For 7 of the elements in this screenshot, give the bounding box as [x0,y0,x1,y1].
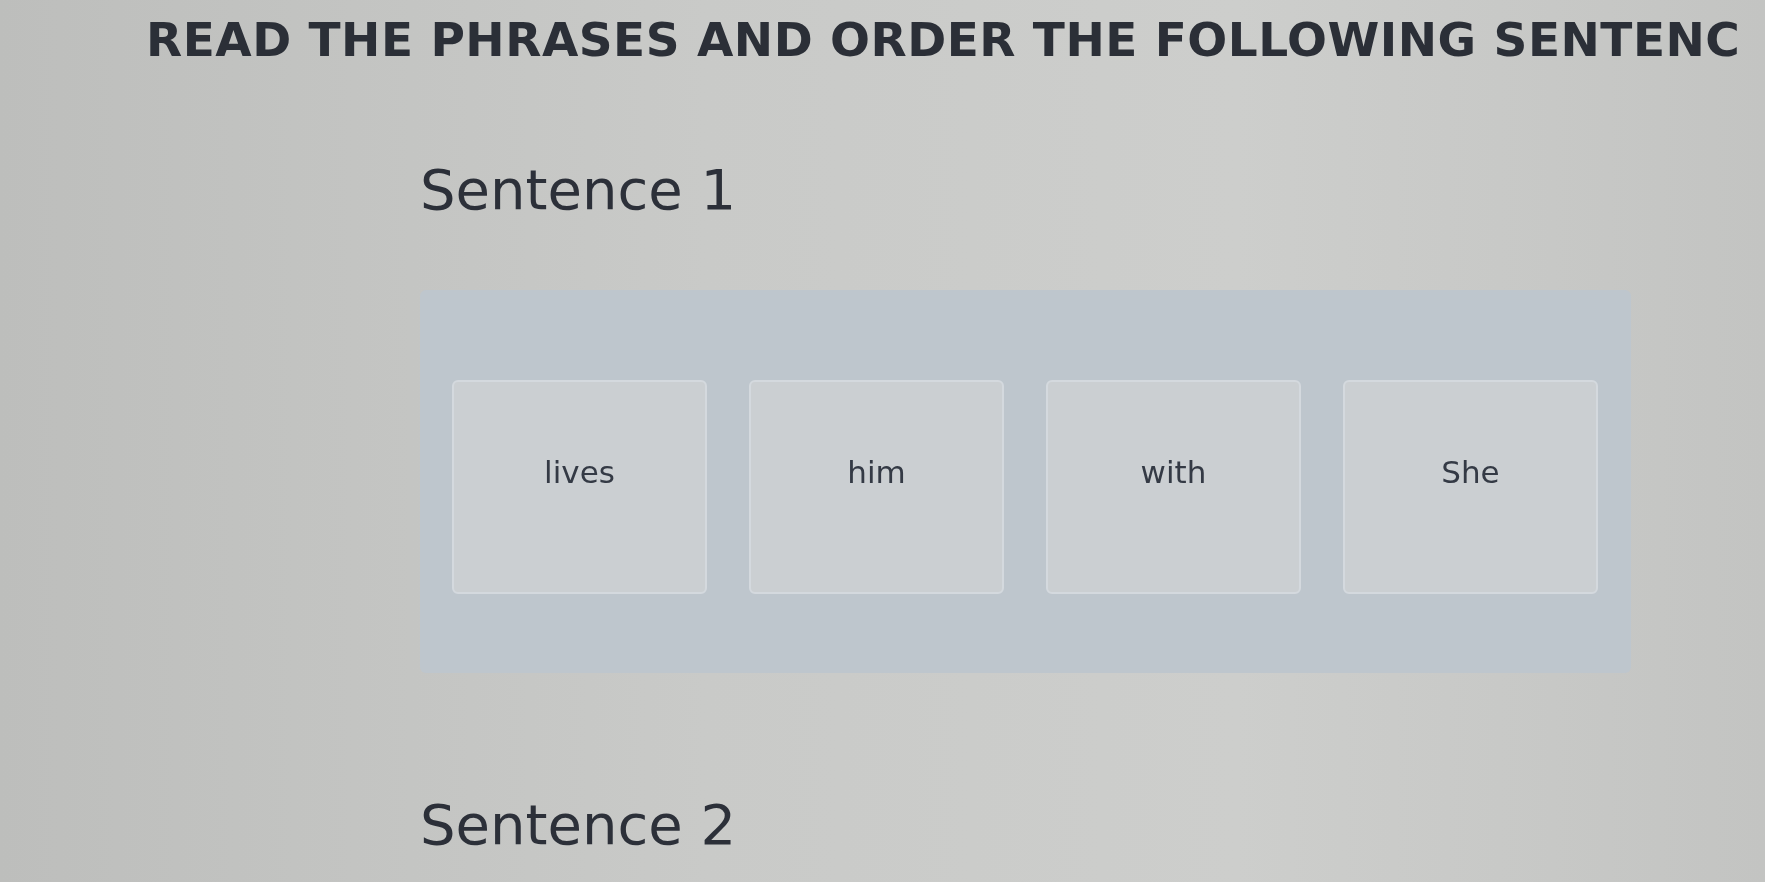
instruction-title: READ THE PHRASES AND ORDER THE FOLLOWING SENTENC [146,12,1742,68]
phrase-card[interactable]: him [749,380,1004,594]
phrase-card[interactable]: She [1343,380,1598,594]
phrase-card[interactable]: with [1046,380,1301,594]
sentence-heading: Sentence 2 [420,793,737,857]
phrase-card[interactable]: lives [452,380,707,594]
sentence-heading: Sentence 1 [420,158,737,222]
